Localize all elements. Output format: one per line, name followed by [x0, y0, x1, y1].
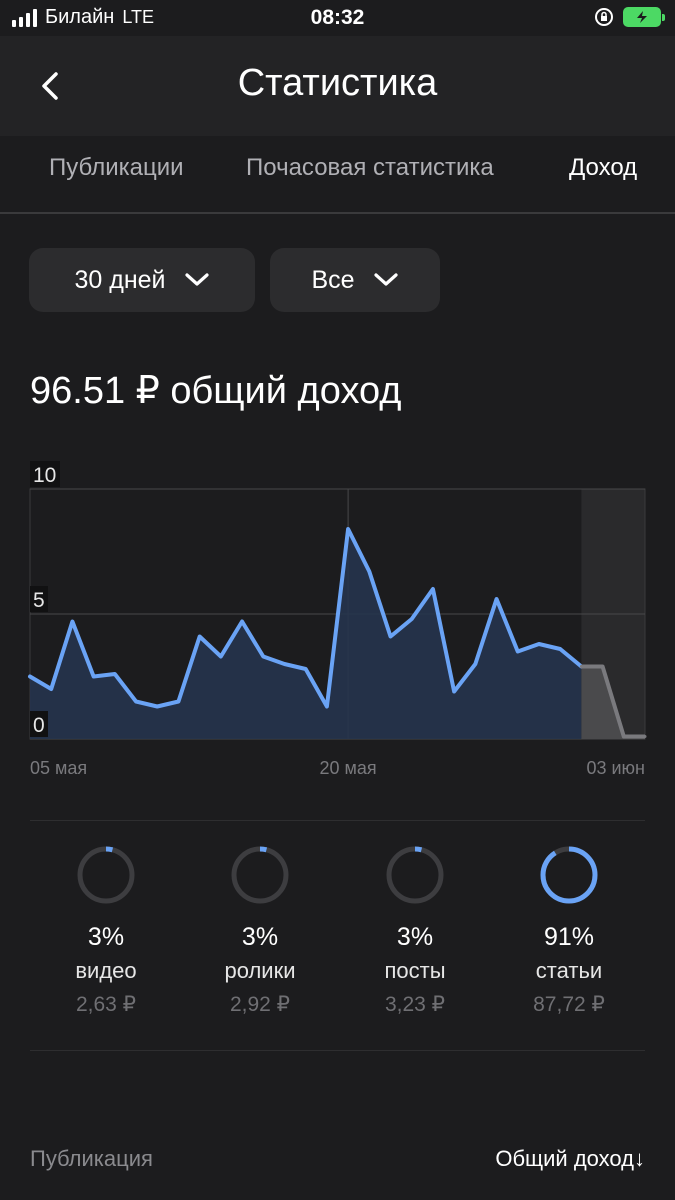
chart-point: [219, 655, 223, 658]
chart-point: [261, 655, 265, 658]
chart-point: [28, 675, 32, 678]
chart-point: [240, 620, 244, 623]
battery-icon: [623, 7, 665, 27]
status-time: 08:32: [310, 6, 365, 29]
stat-amount: 2,92 ₽: [229, 993, 291, 1016]
status-right: [593, 6, 665, 28]
stat-amount: 87,72 ₽: [533, 993, 605, 1016]
type-dropdown-label: Все: [311, 265, 355, 294]
tab-publications[interactable]: Публикации: [49, 154, 184, 182]
column-publication-label: Публикация: [30, 1146, 153, 1171]
status-bar: Билайн LTE 08:32: [0, 0, 675, 36]
chart-point: [516, 650, 520, 653]
chart-point: [601, 665, 605, 668]
chart-point: [367, 570, 371, 573]
chevron-down-icon: [184, 273, 209, 286]
navigation-bar: Статистика: [0, 36, 675, 136]
chart-area: [30, 529, 582, 739]
divider: [30, 1050, 645, 1051]
tab-hourly-stats[interactable]: Почасовая статистика: [246, 154, 494, 182]
y-tick-label: 10: [33, 464, 56, 487]
chart-point: [176, 700, 180, 703]
chart-point: [155, 705, 159, 708]
chart-point: [579, 665, 583, 668]
period-dropdown[interactable]: 30 дней: [29, 248, 255, 312]
period-dropdown-label: 30 дней: [74, 265, 166, 294]
chart-point: [558, 647, 562, 651]
stat-percent: 3%: [396, 923, 434, 951]
chart-point: [410, 617, 414, 621]
stat-label: посты: [384, 958, 446, 983]
chart-point: [431, 587, 435, 591]
stat-amount: 2,63 ₽: [75, 993, 137, 1016]
type-dropdown[interactable]: Все: [270, 248, 440, 312]
stat-label: статьи: [535, 958, 603, 983]
chart-point: [495, 597, 499, 601]
chart-point: [473, 662, 477, 666]
back-button[interactable]: [30, 66, 70, 106]
chart-point: [346, 527, 350, 531]
chart-point: [389, 635, 393, 638]
x-tick-label: 20 мая: [320, 758, 377, 778]
x-tick-label: 03 июн: [586, 758, 645, 778]
income-chart-svg: 10 5 0 05 мая 20 мая 03 июн: [28, 461, 647, 778]
donut-articles-icon: [540, 846, 598, 904]
chart-point: [70, 620, 74, 623]
chart-point: [643, 735, 647, 738]
stat-articles: 91% статьи 87,72 ₽: [494, 845, 644, 1017]
chart-point: [325, 705, 329, 708]
chart-point: [452, 690, 456, 693]
stat-percent: 3%: [241, 923, 279, 951]
x-tick-label: 05 мая: [30, 758, 87, 778]
tab-bar: Публикации Почасовая статистика Доход: [0, 136, 675, 214]
y-tick-label: 5: [33, 589, 45, 612]
stat-percent: 91%: [543, 923, 595, 951]
rotation-lock-icon: [595, 8, 613, 26]
stat-video: 3% видео 2,63 ₽: [31, 845, 181, 1017]
donut-clips-icon: [231, 846, 289, 904]
sort-total-income-button[interactable]: Общий доход↓: [495, 1146, 645, 1172]
chevron-down-icon: [373, 273, 398, 286]
donut-posts-icon: [386, 846, 444, 904]
chart-point: [113, 672, 117, 676]
chart-point: [49, 687, 53, 691]
donut-video-icon: [77, 846, 135, 904]
tab-income[interactable]: Доход: [569, 154, 637, 182]
stat-amount: 3,23 ₽: [384, 993, 446, 1016]
chart-point: [537, 642, 541, 646]
total-income: 96.51 ₽ общий доход: [30, 370, 402, 412]
chart-point: [134, 700, 138, 703]
chevron-left-icon: [42, 72, 58, 100]
chart-point: [304, 667, 308, 671]
chart-point: [92, 675, 96, 678]
stat-label: видео: [75, 958, 137, 983]
stat-label: ролики: [224, 958, 296, 983]
divider: [30, 820, 645, 821]
stat-posts: 3% посты 3,23 ₽: [340, 845, 490, 1017]
page-title: Статистика: [237, 62, 438, 104]
stat-clips: 3% ролики 2,92 ₽: [185, 845, 335, 1017]
income-chart: 10 5 0 05 мая 20 мая 03 июн: [0, 450, 675, 790]
y-tick-label: 0: [33, 714, 45, 737]
chart-point: [622, 735, 626, 738]
chart-point: [282, 662, 286, 666]
stat-percent: 3%: [87, 923, 125, 951]
chart-point: [198, 635, 202, 638]
